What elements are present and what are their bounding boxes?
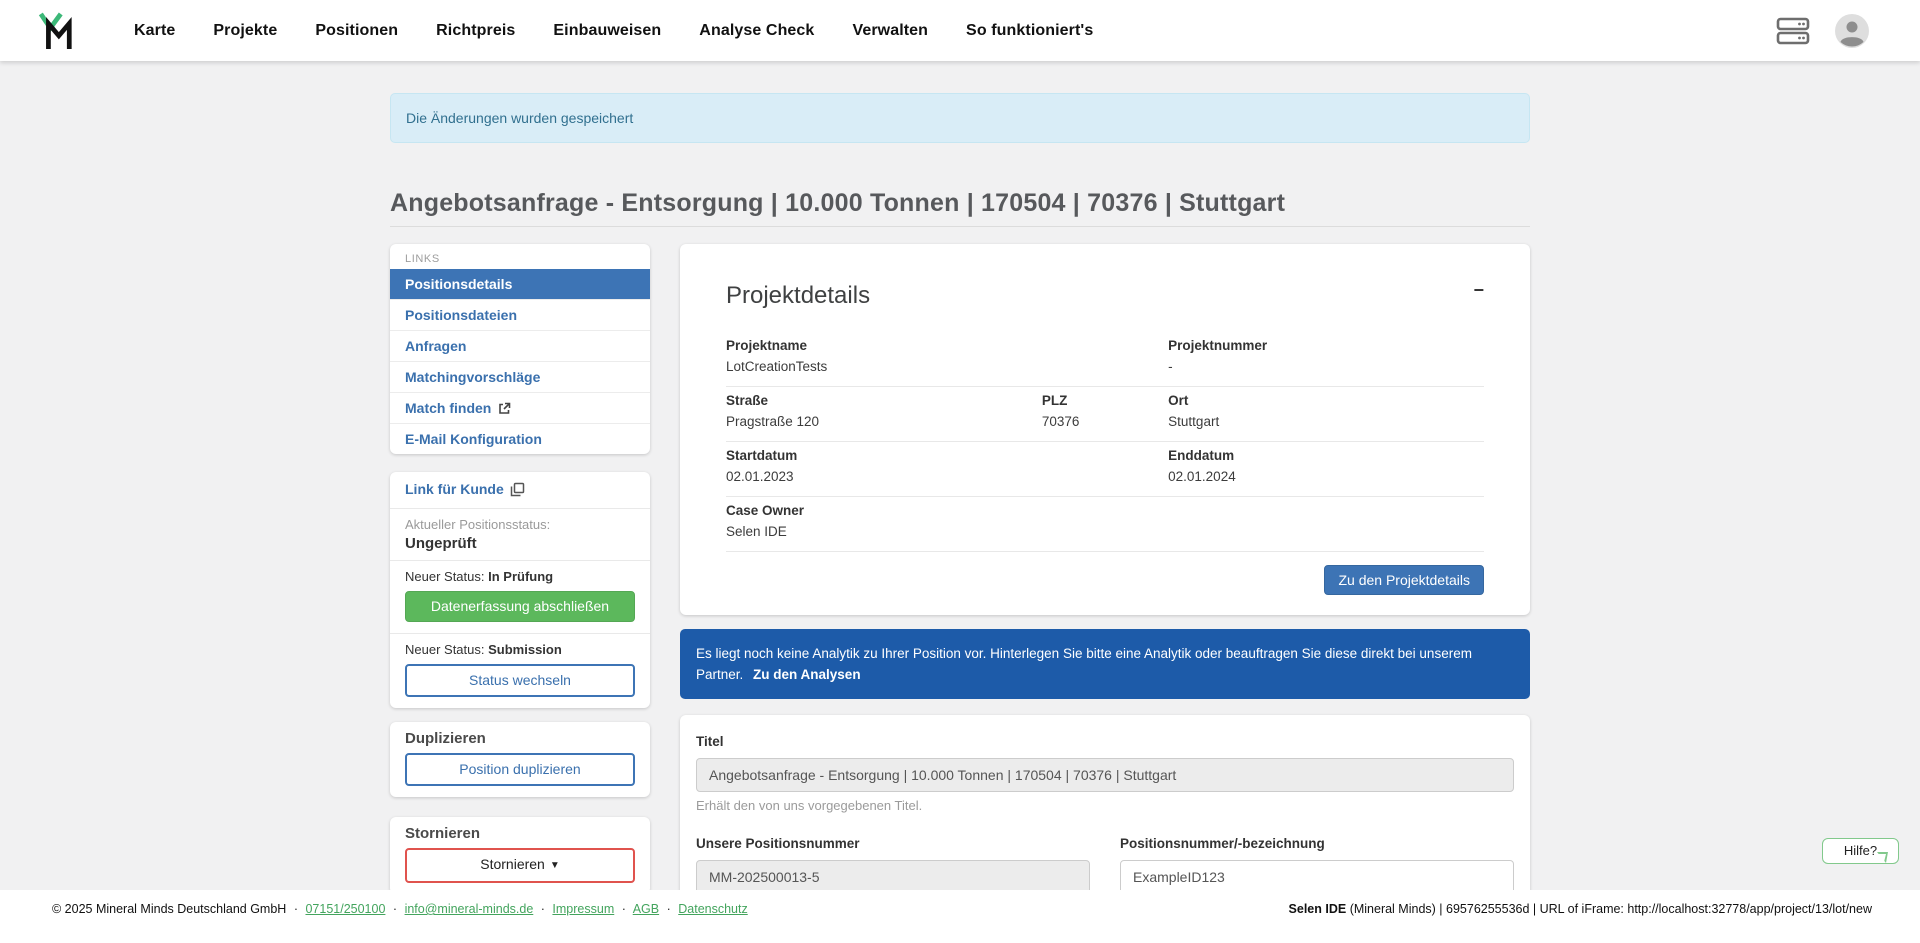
status-card: Link für Kunde Aktueller Positionsstatus… xyxy=(390,472,650,708)
field-projektname: Projektname LotCreationTests xyxy=(726,336,1168,376)
nav-item-analyse-check[interactable]: Analyse Check xyxy=(699,22,814,40)
customer-link-label: Link für Kunde xyxy=(405,481,504,497)
our-position-number-label: Unsere Positionsnummer xyxy=(696,836,860,851)
field-case-owner: Case Owner Selen IDE xyxy=(726,501,1484,541)
footer-link-phone[interactable]: 07151/250100 xyxy=(305,902,385,916)
cancel-dropdown-button[interactable]: Stornieren ▼ xyxy=(405,848,635,883)
change-status-button[interactable]: Status wechseln xyxy=(405,664,635,697)
go-to-project-details-button[interactable]: Zu den Projektdetails xyxy=(1324,565,1484,595)
next-status-1: Neuer Status: In Prüfung xyxy=(405,569,635,584)
nav-item-verwalten[interactable]: Verwalten xyxy=(852,22,928,40)
footer: © 2025 Mineral Minds Deutschland GmbH · … xyxy=(0,890,1920,943)
sidebar-item-positionsdetails[interactable]: Positionsdetails xyxy=(390,269,650,299)
sidebar-item-match-finden[interactable]: Match finden xyxy=(390,392,650,423)
position-number-label: Positionsnummer/-bezeichnung xyxy=(1120,836,1325,851)
sidebar-item-label: Matchingvorschläge xyxy=(405,368,540,386)
field-projektnummer: Projektnummer - xyxy=(1168,336,1484,376)
field-startdatum: Startdatum 02.01.2023 xyxy=(726,446,1168,486)
footer-session-info: Selen IDE (Mineral Minds) | 69576255536d… xyxy=(1289,902,1872,943)
position-form-card: Titel Erhält den von uns vorgegebenen Ti… xyxy=(680,715,1530,890)
cancel-button-label: Stornieren xyxy=(480,856,545,872)
sidebar-item-label: Positionsdetails xyxy=(405,275,512,293)
server-icon[interactable] xyxy=(1776,16,1810,46)
caret-down-icon: ▼ xyxy=(550,860,560,871)
sidebar-item-positionsdateien[interactable]: Positionsdateien xyxy=(390,299,650,330)
links-card-header: LINKS xyxy=(390,244,650,269)
titel-label: Titel xyxy=(696,734,724,749)
saved-alert-text: Die Änderungen wurden gespeichert xyxy=(406,110,633,126)
project-details-title: Projektdetails xyxy=(726,282,1484,310)
saved-alert: Die Änderungen wurden gespeichert xyxy=(390,93,1530,143)
nav-item-richtpreis[interactable]: Richtpreis xyxy=(436,22,515,40)
sidebar-item-label: Anfragen xyxy=(405,337,466,355)
main-menu: Karte Projekte Positionen Richtpreis Ein… xyxy=(134,22,1093,40)
titel-input xyxy=(696,758,1514,792)
footer-separator: · xyxy=(622,902,626,916)
mineral-minds-logo-icon[interactable] xyxy=(38,10,74,52)
current-status-label: Aktueller Positionsstatus: xyxy=(405,517,635,532)
analytics-banner: Es liegt noch keine Analytik zu Ihrer Po… xyxy=(680,629,1530,699)
nav-item-positionen[interactable]: Positionen xyxy=(315,22,398,40)
cancel-card: Stornieren Stornieren ▼ xyxy=(390,817,650,890)
field-plz: PLZ 70376 xyxy=(1042,391,1168,431)
sidebar-item-anfragen[interactable]: Anfragen xyxy=(390,330,650,361)
footer-link-email[interactable]: info@mineral-minds.de xyxy=(405,902,534,916)
project-details-row: Case Owner Selen IDE xyxy=(726,497,1484,552)
user-avatar-icon[interactable] xyxy=(1834,13,1870,49)
field-ort: Ort Stuttgart xyxy=(1168,391,1484,431)
footer-link-agb[interactable]: AGB xyxy=(633,902,659,916)
field-strasse: Straße Pragstraße 120 xyxy=(726,391,1042,431)
complete-data-entry-button[interactable]: Datenerfassung abschließen xyxy=(405,591,635,622)
copy-icon xyxy=(510,482,525,497)
nav-item-karte[interactable]: Karte xyxy=(134,22,175,40)
footer-link-impressum[interactable]: Impressum xyxy=(552,902,614,916)
page-title: Angebotsanfrage - Entsorgung | 10.000 To… xyxy=(390,189,1530,218)
footer-separator: · xyxy=(393,902,397,916)
project-details-row: Startdatum 02.01.2023 Enddatum 02.01.202… xyxy=(726,442,1484,497)
footer-link-datenschutz[interactable]: Datenschutz xyxy=(678,902,747,916)
sidebar-item-matchingvorschlaege[interactable]: Matchingvorschläge xyxy=(390,361,650,392)
current-status-value: Ungeprüft xyxy=(405,535,635,552)
project-details-row: Straße Pragstraße 120 PLZ 70376 Ort Stut… xyxy=(726,387,1484,442)
duplicate-position-button[interactable]: Position duplizieren xyxy=(405,753,635,786)
sidebar-item-label: Positionsdateien xyxy=(405,306,517,324)
our-position-number-input xyxy=(696,860,1090,890)
footer-separator: · xyxy=(294,902,298,916)
help-button[interactable]: Hilfe? xyxy=(1822,838,1899,864)
footer-session-details: (Mineral Minds) | 69576255536d | URL of … xyxy=(1346,902,1872,916)
nav-item-projekte[interactable]: Projekte xyxy=(213,22,277,40)
footer-separator: · xyxy=(541,902,545,916)
go-to-analyses-link[interactable]: Zu den Analysen xyxy=(753,667,861,682)
project-details-card: Projektdetails − Projektname LotCreation… xyxy=(680,244,1530,615)
copyright-text: © 2025 Mineral Minds Deutschland GmbH xyxy=(52,902,286,916)
collapse-icon[interactable]: − xyxy=(1473,280,1484,300)
field-enddatum: Enddatum 02.01.2024 xyxy=(1168,446,1484,486)
footer-separator: · xyxy=(667,902,671,916)
cancel-card-title: Stornieren xyxy=(405,825,635,842)
top-navbar: Karte Projekte Positionen Richtpreis Ein… xyxy=(0,0,1920,61)
external-link-icon xyxy=(498,402,511,415)
help-button-label: Hilfe? xyxy=(1844,843,1877,858)
titel-help-text: Erhält den von uns vorgegebenen Titel. xyxy=(696,798,1514,813)
title-divider xyxy=(390,226,1530,227)
customer-link[interactable]: Link für Kunde xyxy=(405,481,525,497)
project-details-row: Projektname LotCreationTests Projektnumm… xyxy=(726,336,1484,387)
duplicate-card-title: Duplizieren xyxy=(405,730,635,747)
sidebar: LINKS Positionsdetails Positionsdateien … xyxy=(390,244,650,890)
main-column: Projektdetails − Projektname LotCreation… xyxy=(680,244,1530,890)
nav-item-einbauweisen[interactable]: Einbauweisen xyxy=(553,22,661,40)
links-card: LINKS Positionsdetails Positionsdateien … xyxy=(390,244,650,454)
content-area: Die Änderungen wurden gespeichert Angebo… xyxy=(0,61,1920,890)
position-number-input[interactable] xyxy=(1120,860,1514,890)
nav-item-so-funktionierts[interactable]: So funktioniert's xyxy=(966,22,1093,40)
duplicate-card: Duplizieren Position duplizieren xyxy=(390,722,650,797)
next-status-2: Neuer Status: Submission xyxy=(405,642,635,657)
sidebar-item-label: Match finden xyxy=(405,399,491,417)
footer-left: © 2025 Mineral Minds Deutschland GmbH · … xyxy=(52,902,748,943)
sidebar-item-label: E-Mail Konfiguration xyxy=(405,430,542,448)
footer-user-name: Selen IDE xyxy=(1289,902,1347,916)
sidebar-item-email-konfiguration[interactable]: E-Mail Konfiguration xyxy=(390,423,650,454)
